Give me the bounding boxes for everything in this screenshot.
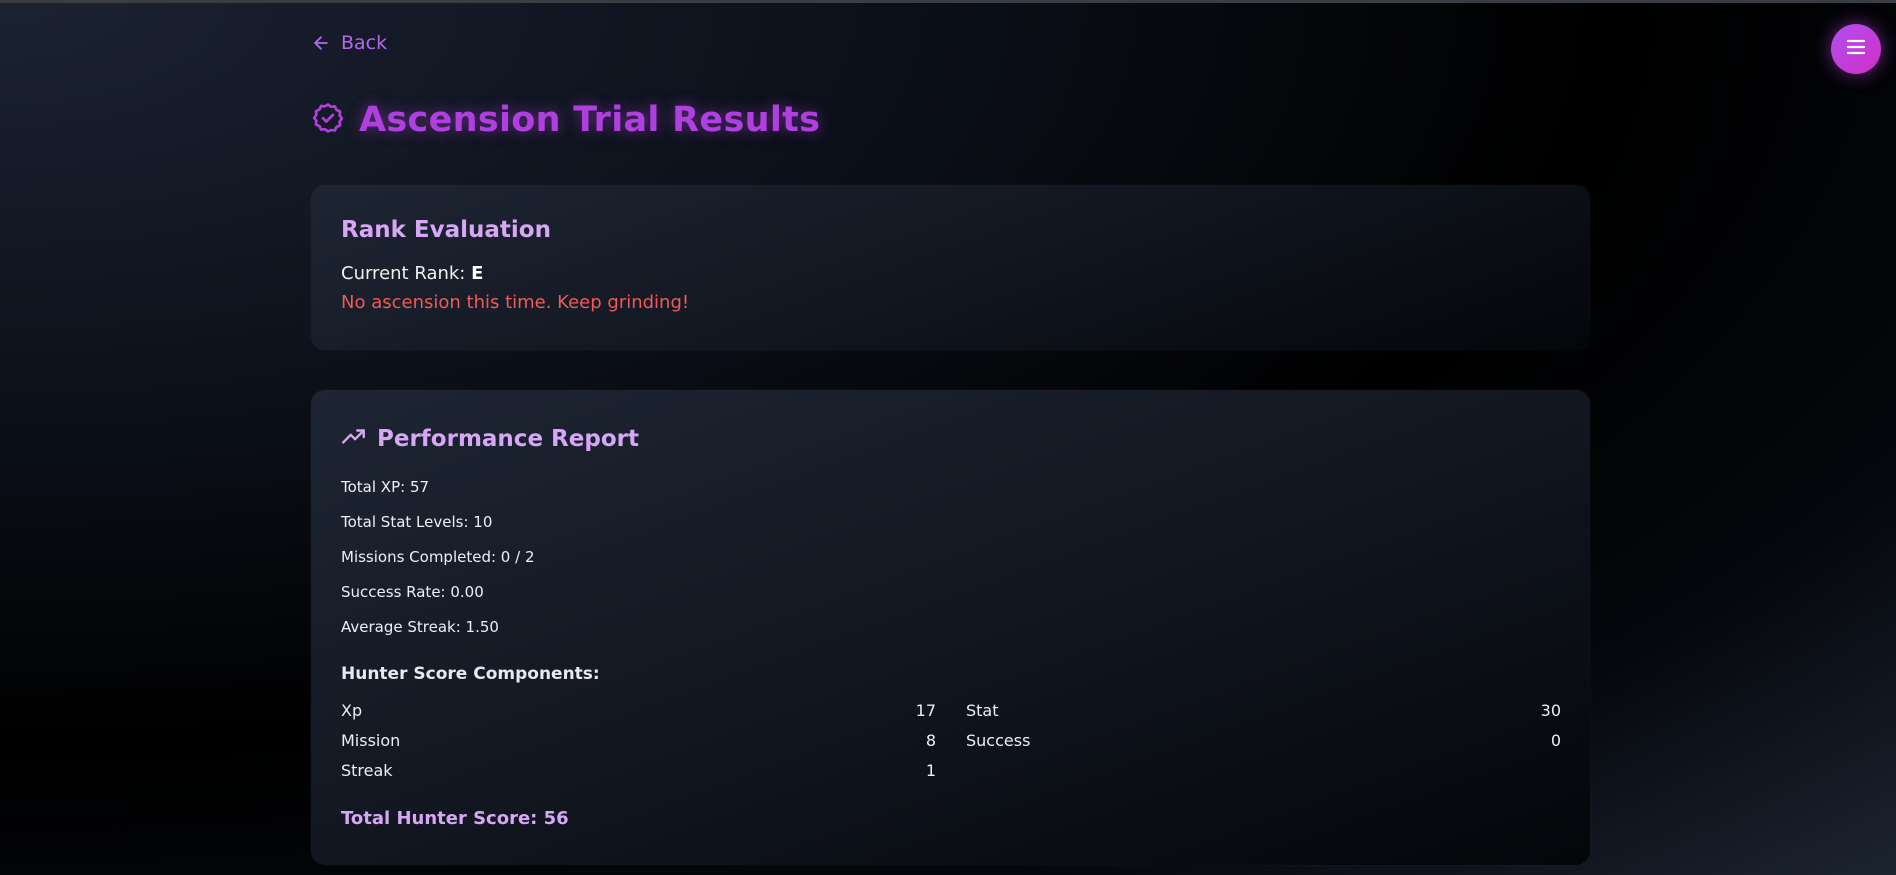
trending-up-icon xyxy=(341,424,367,454)
performance-report-title: Performance Report xyxy=(377,426,639,452)
stat-total-stat-levels: Total Stat Levels: 10 xyxy=(341,513,493,531)
component-value: 30 xyxy=(1540,701,1561,720)
back-link[interactable]: Back xyxy=(311,32,387,54)
performance-report-card: Performance Report Total XP: 57 Total St… xyxy=(311,390,1590,865)
menu-button[interactable] xyxy=(1831,24,1881,74)
current-rank: Current Rank: E xyxy=(341,263,483,284)
stat-average-streak: Average Streak: 1.50 xyxy=(341,618,499,636)
current-rank-value: E xyxy=(471,263,484,284)
component-row: Mission 8 xyxy=(341,731,936,750)
ascension-message: No ascension this time. Keep grinding! xyxy=(341,292,690,313)
hunter-score-components-heading: Hunter Score Components: xyxy=(341,664,600,684)
performance-report-header: Performance Report xyxy=(341,424,639,454)
top-border xyxy=(0,0,1896,3)
component-row: Stat 30 xyxy=(966,701,1561,720)
arrow-left-icon xyxy=(311,33,331,53)
stat-total-xp: Total XP: 57 xyxy=(341,478,430,496)
component-label: Streak xyxy=(341,761,393,780)
rank-evaluation-title: Rank Evaluation xyxy=(341,217,551,243)
component-value: 8 xyxy=(925,731,936,750)
component-label: Xp xyxy=(341,701,363,720)
component-row: Streak 1 xyxy=(341,761,936,780)
current-rank-label: Current Rank: xyxy=(341,263,466,284)
component-row: Xp 17 xyxy=(341,701,936,720)
component-label: Stat xyxy=(966,701,999,720)
page-header: Ascension Trial Results xyxy=(311,100,820,140)
component-value: 17 xyxy=(915,701,936,720)
rank-evaluation-card: Rank Evaluation Current Rank: E No ascen… xyxy=(311,185,1590,350)
component-value: 0 xyxy=(1550,731,1561,750)
page-title: Ascension Trial Results xyxy=(359,100,821,140)
menu-icon xyxy=(1844,35,1868,63)
component-label: Success xyxy=(966,731,1031,750)
component-label: Mission xyxy=(341,731,401,750)
badge-check-icon xyxy=(311,101,345,139)
total-hunter-score: Total Hunter Score: 56 xyxy=(341,808,569,829)
component-value: 1 xyxy=(925,761,936,780)
back-label: Back xyxy=(341,32,388,54)
stat-success-rate: Success Rate: 0.00 xyxy=(341,583,484,601)
component-row: Success 0 xyxy=(966,731,1561,750)
stat-missions-completed: Missions Completed: 0 / 2 xyxy=(341,548,535,566)
